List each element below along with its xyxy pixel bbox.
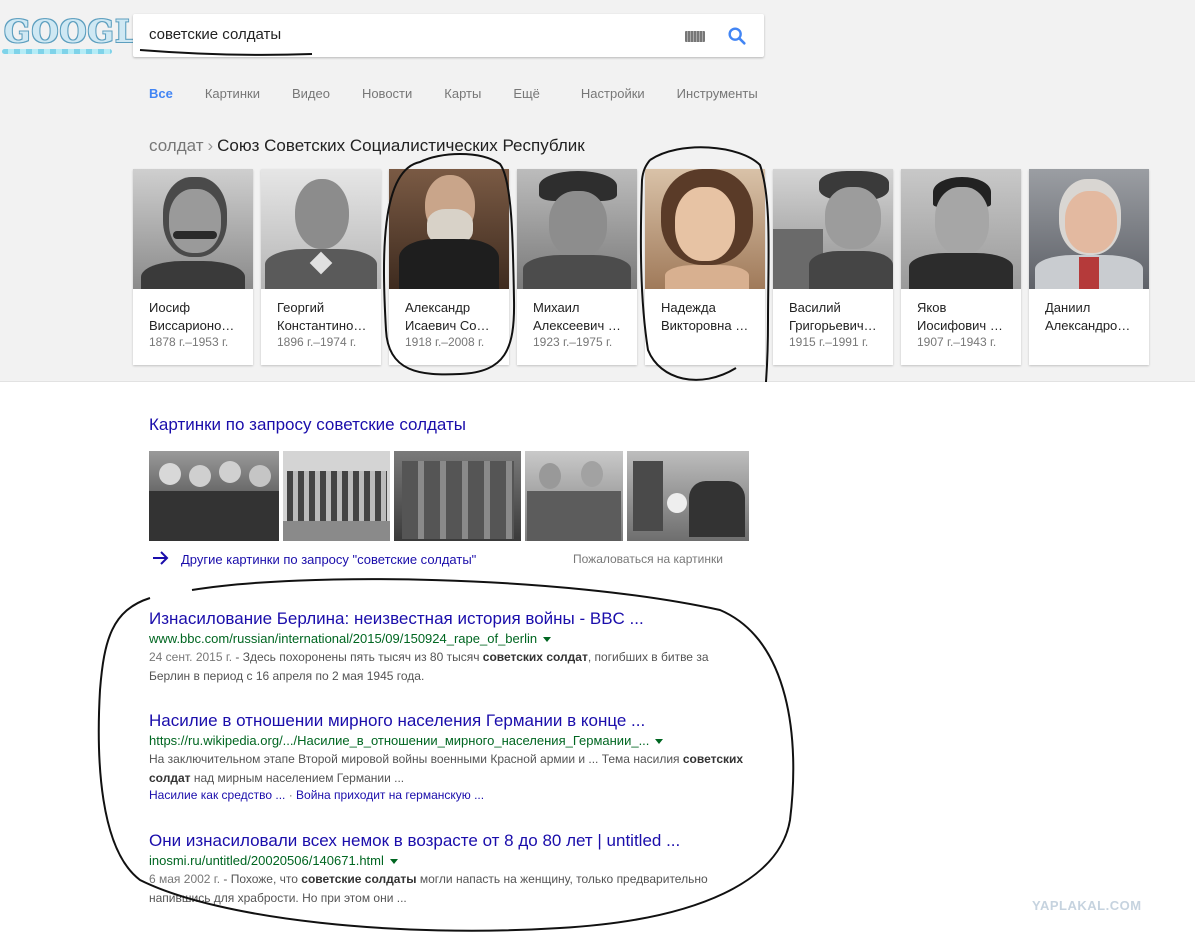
tab-video[interactable]: Видео	[292, 86, 330, 101]
dropdown-caret-icon[interactable]	[389, 859, 398, 865]
person-photo	[389, 169, 509, 289]
dropdown-caret-icon[interactable]	[655, 739, 664, 745]
person-photo	[517, 169, 637, 289]
person-name: Надежда Викторовна …	[661, 300, 749, 333]
person-photo	[261, 169, 381, 289]
sublink[interactable]: Насилие как средство ...	[149, 788, 285, 802]
result-sublinks: Насилие как средство ... · Война приходи…	[149, 788, 485, 802]
breadcrumb-current: Союз Советских Социалистических Республи…	[217, 136, 585, 155]
person-name: Василий Григорьевич…	[789, 300, 877, 333]
tab-images[interactable]: Картинки	[205, 86, 260, 101]
breadcrumb-parent[interactable]: солдат	[149, 136, 203, 155]
person-photo	[133, 169, 253, 289]
search-result: Насилие в отношении мирного населения Ге…	[149, 711, 749, 802]
breadcrumb: солдат › Союз Советских Социалистических Р…	[149, 136, 585, 156]
more-images-link[interactable]: Другие картинки по запросу "советские со…	[181, 552, 476, 567]
carousel-card[interactable]: Яков Иосифович … 1907 г.–1943 г.	[901, 169, 1021, 365]
search-box[interactable]	[133, 14, 764, 57]
person-years: 1907 г.–1943 г.	[917, 335, 997, 349]
person-name: Михаил Алексеевич …	[533, 300, 621, 333]
carousel-card[interactable]: Александр Исаевич Со… 1918 г.–2008 г.	[389, 169, 509, 365]
person-photo	[1029, 169, 1149, 289]
search-result: Они изнасиловали всех немок в возрасте о…	[149, 831, 749, 908]
person-years: 1923 г.–1975 г.	[533, 335, 613, 349]
person-photo	[645, 169, 765, 289]
watermark: YAPLAKAL.COM	[1032, 898, 1142, 913]
person-years: 1896 г.–1974 г.	[277, 335, 357, 349]
tab-tools[interactable]: Инструменты	[677, 86, 758, 101]
arrow-right-icon[interactable]	[152, 550, 170, 566]
result-snippet: На заключительном этапе Второй мировой в…	[149, 752, 744, 785]
carousel-card[interactable]: Даниил Александро…	[1029, 169, 1149, 365]
carousel-card[interactable]: Иосиф Виссарионо… 1878 г.–1953 г.	[133, 169, 253, 365]
dropdown-caret-icon[interactable]	[543, 637, 552, 643]
image-thumbnail[interactable]	[627, 451, 749, 541]
carousel-card[interactable]: Георгий Константино… 1896 г.–1974 г.	[261, 169, 381, 365]
images-section-title[interactable]: Картинки по запросу советские солдаты	[149, 415, 466, 435]
tab-settings[interactable]: Настройки	[581, 86, 645, 101]
tab-news[interactable]: Новости	[362, 86, 412, 101]
person-name: Даниил Александро…	[1045, 300, 1131, 333]
entity-carousel: Иосиф Виссарионо… 1878 г.–1953 г. Георгий…	[133, 169, 1157, 365]
sublink[interactable]: Война приходит на германскую ...	[296, 788, 484, 802]
result-url: inosmi.ru/untitled/20020506/140671.html	[149, 853, 749, 868]
carousel-card[interactable]: Василий Григорьевич… 1915 г.–1991 г.	[773, 169, 893, 365]
image-thumbnail[interactable]	[394, 451, 521, 541]
keyboard-icon[interactable]	[685, 31, 705, 42]
person-photo	[901, 169, 1021, 289]
tab-all[interactable]: Все	[149, 86, 173, 101]
person-years: 1918 г.–2008 г.	[405, 335, 485, 349]
carousel-card[interactable]: Михаил Алексеевич … 1923 г.–1975 г.	[517, 169, 637, 365]
image-thumbnail[interactable]	[525, 451, 623, 541]
person-photo	[773, 169, 893, 289]
result-title[interactable]: Насилие в отношении мирного населения Ге…	[149, 711, 749, 731]
result-url: www.bbc.com/russian/international/2015/0…	[149, 631, 749, 646]
tab-maps[interactable]: Карты	[444, 86, 481, 101]
image-thumbnail[interactable]	[149, 451, 279, 541]
carousel-card[interactable]: Надежда Викторовна …	[645, 169, 765, 365]
person-years: 1878 г.–1953 г.	[149, 335, 229, 349]
result-snippet: 24 сент. 2015 г. - Здесь похоронены пять…	[149, 650, 709, 683]
search-tabs: Все Картинки Видео Новости Карты Ещё Нас…	[149, 86, 790, 101]
tab-more[interactable]: Ещё	[513, 86, 540, 101]
result-title[interactable]: Они изнасиловали всех немок в возрасте о…	[149, 831, 749, 851]
result-url: https://ru.wikipedia.org/.../Насилие_в_о…	[149, 733, 749, 748]
result-title[interactable]: Изнасилование Берлина: неизвестная истор…	[149, 609, 749, 629]
result-snippet: 6 мая 2002 г. - Похоже, что советские со…	[149, 872, 708, 905]
logo-decoration	[2, 49, 112, 54]
report-images-link[interactable]: Пожаловаться на картинки	[573, 552, 723, 566]
person-name: Александр Исаевич Со…	[405, 300, 490, 333]
search-input[interactable]	[149, 26, 649, 43]
image-thumbnail[interactable]	[283, 451, 390, 541]
search-icon[interactable]	[726, 25, 748, 47]
person-years: 1915 г.–1991 г.	[789, 335, 869, 349]
breadcrumb-separator: ›	[207, 136, 214, 155]
person-name: Иосиф Виссарионо…	[149, 300, 235, 333]
search-result: Изнасилование Берлина: неизвестная истор…	[149, 609, 749, 686]
person-name: Яков Иосифович …	[917, 300, 1003, 333]
person-name: Георгий Константино…	[277, 300, 367, 333]
